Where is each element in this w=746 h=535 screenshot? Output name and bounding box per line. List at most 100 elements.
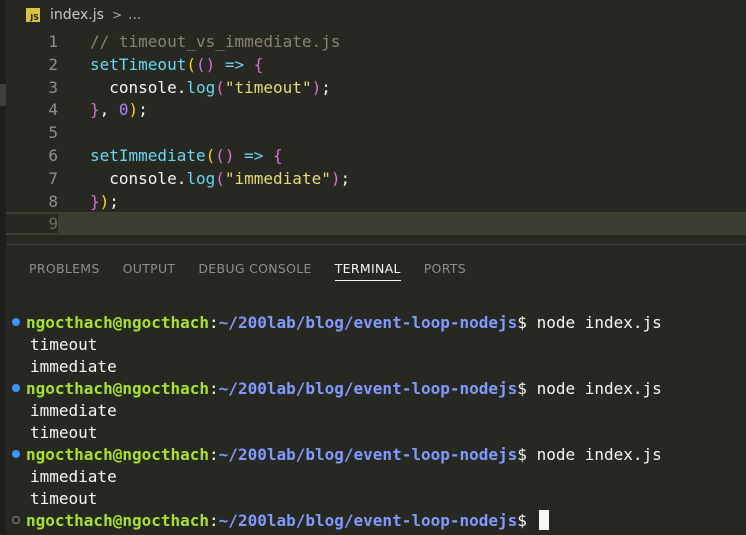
command-text: node index.js	[536, 312, 662, 332]
terminal-cursor[interactable]	[538, 510, 549, 530]
breadcrumb-file[interactable]: index.js	[50, 7, 104, 23]
line-number: 4	[48, 100, 58, 120]
tab-terminal[interactable]: TERMINAL	[334, 245, 401, 281]
breadcrumb-more[interactable]: ...	[128, 7, 141, 23]
prompt-path: ~/200lab/blog/event-loop-nodejs	[218, 510, 518, 530]
terminal-output-line: timeout	[30, 422, 98, 442]
code-text: console.log("immediate");	[90, 169, 350, 188]
terminal-prompt-line: ngocthach@ngocthach: ~/200lab/blog/event-…	[6, 443, 746, 465]
prompt-user: ngocthach@ngocthach	[26, 312, 210, 332]
line-number: 7	[48, 168, 58, 188]
prompt-symbol: $	[517, 378, 537, 398]
code-token: (	[215, 77, 225, 97]
terminal-output-line: timeout	[30, 488, 98, 508]
prompt-user: ngocthach@ngocthach	[26, 378, 210, 398]
code-line[interactable]: 6 setImmediate(() => {	[6, 144, 746, 167]
chevron-right-icon: >	[111, 8, 122, 22]
code-line[interactable]: 8});	[6, 190, 746, 213]
prompt-path: ~/200lab/blog/event-loop-nodejs	[218, 378, 518, 398]
code-token: (	[205, 146, 216, 165]
prompt-path: ~/200lab/blog/event-loop-nodejs	[218, 312, 518, 332]
code-text: }, 0);	[90, 100, 148, 119]
code-line[interactable]: 7 console.log("immediate");	[6, 167, 746, 190]
code-token: setImmediate	[90, 146, 206, 165]
code-token: ,	[99, 100, 119, 120]
line-number: 9	[6, 214, 58, 234]
code-token: {	[273, 146, 283, 165]
code-text: });	[90, 192, 119, 211]
code-token: console.	[90, 77, 187, 97]
code-token: 0	[118, 100, 129, 120]
code-token: setTimeout	[90, 54, 187, 74]
code-token: ;	[109, 191, 119, 211]
prompt-user: ngocthach@ngocthach	[26, 444, 210, 464]
line-number: 2	[48, 54, 58, 74]
tab-output[interactable]: OUTPUT	[123, 245, 176, 276]
code-token: "immediate"	[224, 168, 331, 188]
panel-tabs: PROBLEMS OUTPUT DEBUG CONSOLE TERMINAL PORTS	[6, 245, 466, 291]
terminal-prompt-line: ngocthach@ngocthach: ~/200lab/blog/event-…	[6, 377, 746, 399]
code-token: log	[186, 77, 216, 97]
code-token: ;	[340, 168, 351, 188]
code-token: }	[90, 191, 100, 211]
javascript-file-icon: JS	[26, 8, 40, 22]
terminal-output-line: immediate	[30, 466, 117, 486]
terminal-prompt-line: ngocthach@ngocthach: ~/200lab/blog/event-…	[6, 311, 746, 333]
command-success-icon[interactable]	[6, 318, 26, 326]
code-text: setImmediate(() => {	[90, 146, 283, 165]
code-editor[interactable]: 1// timeout_vs_immediate.js 2 setTimeout((…	[6, 30, 746, 236]
terminal-prompt-line: ngocthach@ngocthach: ~/200lab/blog/event-…	[6, 509, 746, 531]
prompt-symbol: $	[517, 510, 537, 530]
terminal-output-line: timeout	[30, 334, 98, 354]
code-line[interactable]: 3 console.log("timeout");	[6, 76, 746, 99]
command-text: node index.js	[536, 378, 662, 398]
code-text: console.log("timeout");	[90, 78, 331, 97]
command-pending-icon[interactable]	[6, 516, 26, 524]
code-token: ;	[321, 77, 331, 97]
terminal-output[interactable]: ngocthach@ngocthach: ~/200lab/blog/event-…	[6, 311, 746, 531]
code-token: )	[99, 191, 110, 211]
code-token: // timeout_vs_immediate.js	[90, 32, 341, 51]
prompt-symbol: $	[517, 312, 537, 332]
code-text: setTimeout(() => {	[90, 55, 263, 74]
prompt-colon: :	[209, 510, 219, 530]
code-token: ()	[195, 54, 216, 74]
line-number: 5	[48, 123, 58, 143]
prompt-colon: :	[209, 312, 219, 332]
line-number: 8	[48, 191, 58, 211]
terminal-output-line: immediate	[30, 356, 117, 376]
code-line[interactable]: 4 }, 0);	[6, 98, 746, 121]
prompt-colon: :	[209, 378, 219, 398]
code-line[interactable]: 5	[6, 121, 746, 144]
code-token: "timeout"	[224, 77, 312, 97]
bottom-panel: PROBLEMS OUTPUT DEBUG CONSOLE TERMINAL PORTS…	[6, 244, 746, 535]
line-number: 6	[48, 146, 58, 165]
code-text: // timeout_vs_immediate.js	[90, 32, 340, 51]
command-success-icon[interactable]	[6, 384, 26, 392]
line-number: 1	[48, 32, 58, 51]
command-success-icon[interactable]	[6, 450, 26, 458]
code-line[interactable]: 1 // timeout_vs_immediate.js	[6, 30, 746, 53]
tab-ports[interactable]: PORTS	[424, 245, 466, 276]
code-token: console.	[90, 168, 187, 188]
code-token: ()	[215, 146, 235, 165]
line-number: 3	[48, 77, 58, 97]
code-token: )	[128, 100, 139, 120]
code-line[interactable]: 9	[6, 212, 746, 236]
tab-problems[interactable]: PROBLEMS	[29, 245, 100, 276]
code-token: (	[186, 54, 196, 74]
prompt-colon: :	[209, 444, 219, 464]
command-text: node index.js	[536, 444, 662, 464]
breadcrumb: JS index.js > ...	[6, 0, 746, 30]
code-token: )	[311, 77, 322, 97]
code-token: =>	[224, 54, 245, 74]
code-token: (	[215, 168, 225, 188]
prompt-path: ~/200lab/blog/event-loop-nodejs	[218, 444, 518, 464]
terminal-output-line: immediate	[30, 400, 117, 420]
tab-debug-console[interactable]: DEBUG CONSOLE	[198, 245, 311, 276]
code-token: {	[253, 54, 264, 74]
code-line[interactable]: 2 setTimeout(() => {	[6, 53, 746, 76]
